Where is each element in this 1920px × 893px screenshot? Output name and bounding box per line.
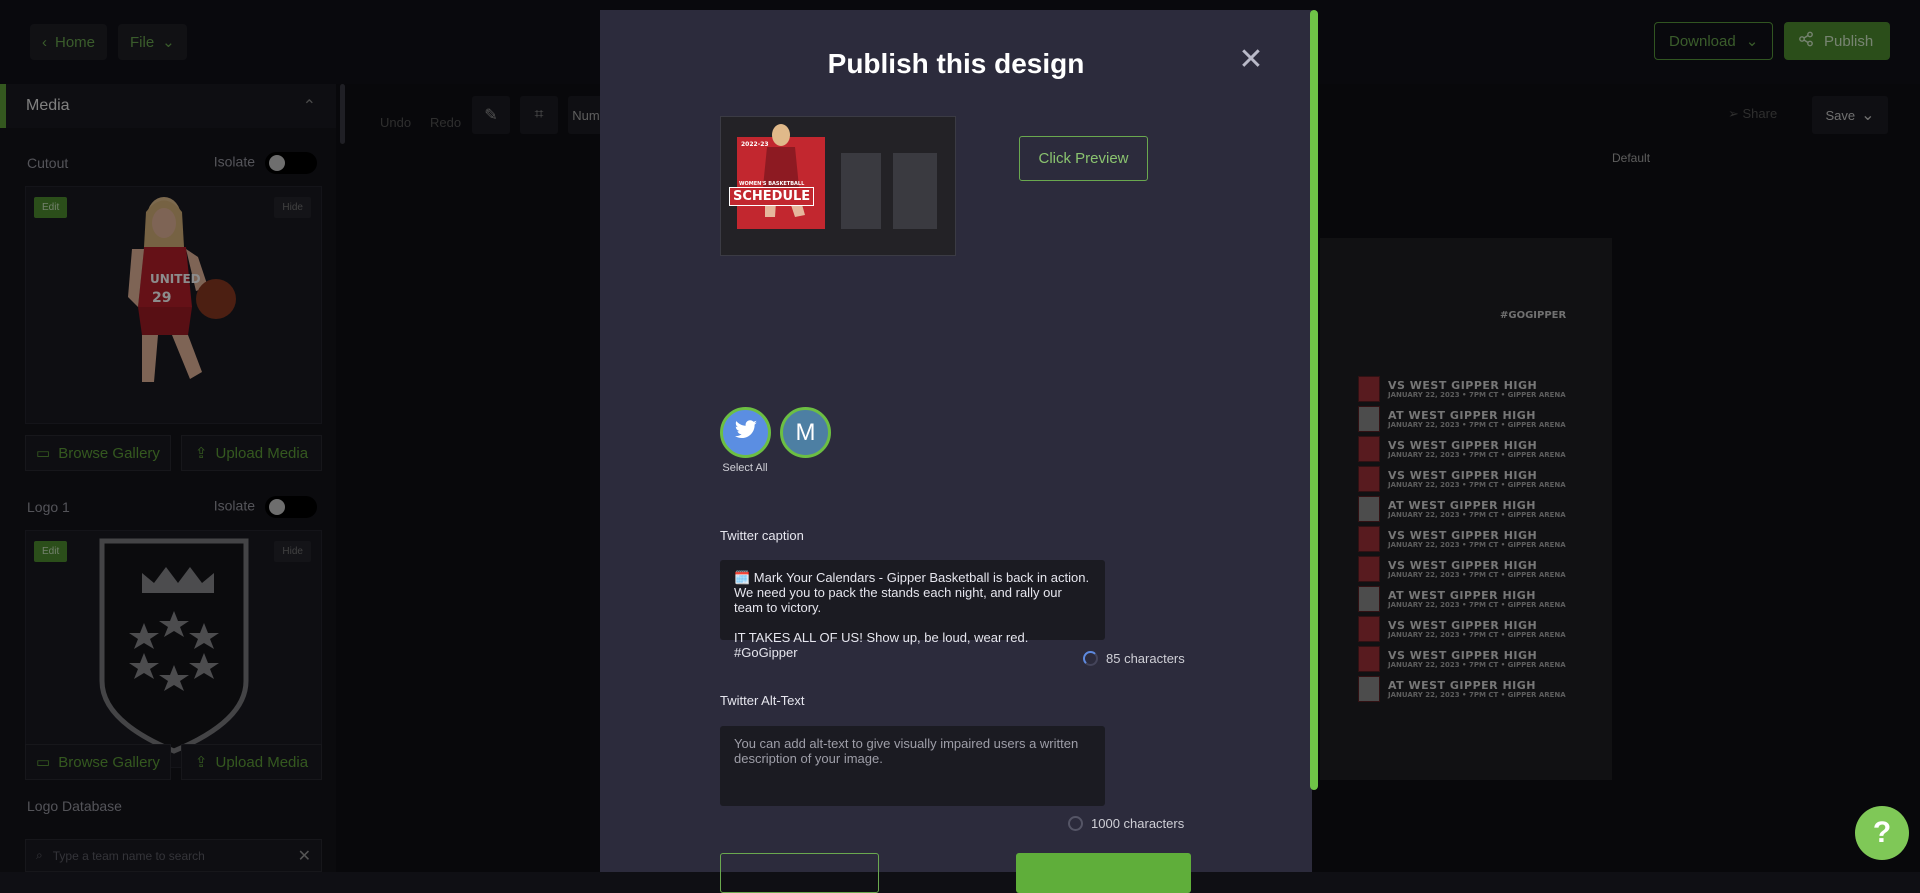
- progress-ring-icon: [1083, 651, 1098, 666]
- close-icon[interactable]: ✕: [1237, 45, 1265, 75]
- caption-line-2: IT TAKES ALL OF US! Show up, be loud, we…: [734, 630, 1029, 660]
- help-button[interactable]: ?: [1855, 806, 1909, 860]
- thumbnail-season: 2022-23: [741, 141, 769, 148]
- select-all-link[interactable]: Select All: [710, 462, 780, 474]
- primary-action-button[interactable]: [1016, 853, 1191, 893]
- click-preview-button[interactable]: Click Preview: [1019, 136, 1148, 181]
- m-account-initial: M: [795, 418, 816, 446]
- alt-text-character-counter: 1000 characters: [1068, 816, 1184, 831]
- secondary-action-button[interactable]: [720, 853, 879, 893]
- caption-character-counter: 85 characters: [1083, 651, 1185, 666]
- modal-title: Publish this design: [827, 48, 1085, 79]
- alt-text-label: Twitter Alt-Text: [720, 693, 805, 708]
- m-account-avatar[interactable]: M: [780, 407, 831, 458]
- alt-count-text: 1000 characters: [1091, 816, 1185, 831]
- publish-modal: Publish this design ✕ 2022-23 WOMEN'S BA…: [600, 10, 1312, 893]
- twitter-account-avatar[interactable]: [720, 407, 771, 458]
- twitter-icon: [734, 419, 758, 447]
- twitter-caption-textarea[interactable]: 🗓️ Mark Your Calendars - Gipper Basketba…: [720, 560, 1105, 660]
- alt-text-textarea[interactable]: You can add alt-text to give visually im…: [720, 726, 1105, 806]
- caption-count-text: 85 characters: [1106, 651, 1185, 666]
- twitter-caption-label: Twitter caption: [720, 528, 804, 543]
- modal-scrollbar[interactable]: [1310, 10, 1318, 790]
- thumbnail-title: SCHEDULE: [729, 187, 815, 206]
- caption-line-1: 🗓️ Mark Your Calendars - Gipper Basketba…: [734, 570, 1090, 615]
- design-thumbnail: 2022-23 WOMEN'S BASKETBALL SCHEDULE: [720, 116, 956, 256]
- progress-ring-icon: [1068, 816, 1083, 831]
